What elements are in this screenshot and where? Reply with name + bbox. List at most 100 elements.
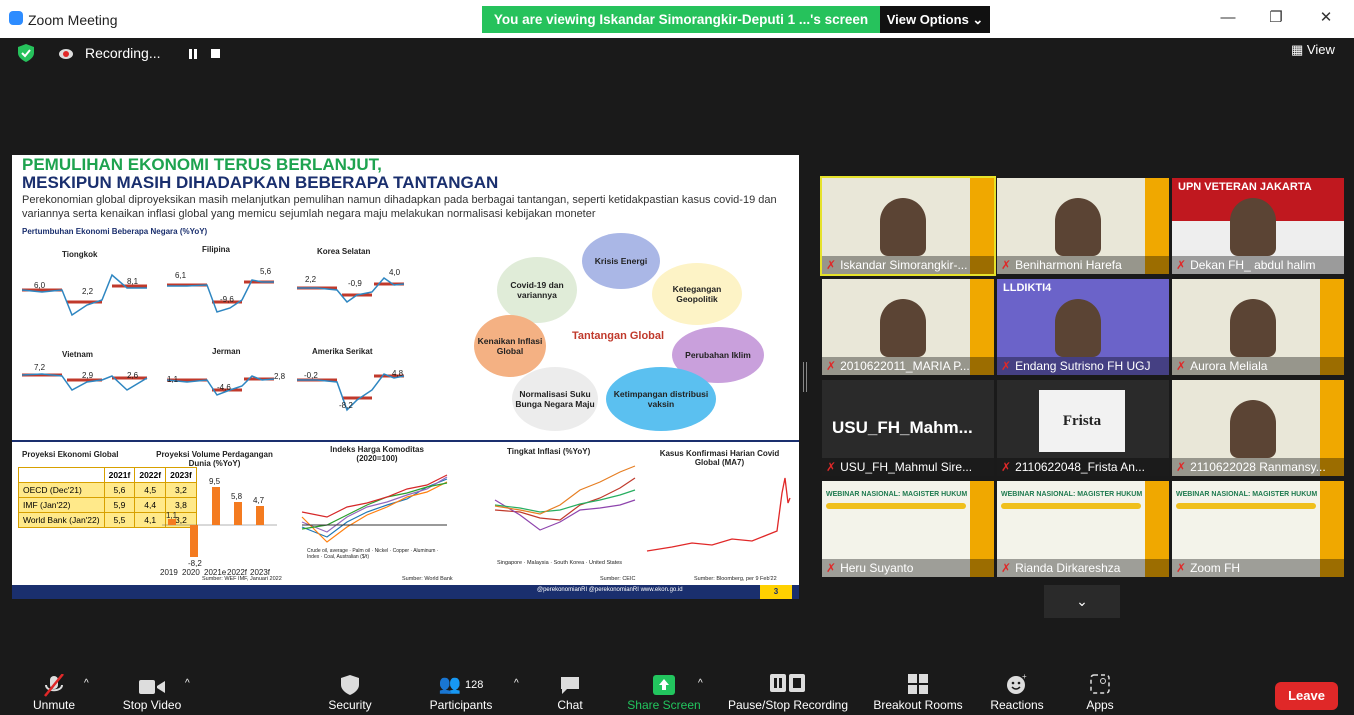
security-button[interactable]: Security <box>322 668 378 715</box>
pause-recording-icon[interactable] <box>188 49 198 59</box>
chevron-up-icon[interactable]: ^ <box>84 678 89 689</box>
trade-title: Proyeksi Volume Perdagangan Dunia (%YoY) <box>156 450 273 468</box>
unmute-button[interactable]: ^ Unmute <box>22 668 89 715</box>
value-label: 2,6 <box>127 371 139 380</box>
proyeksi-title: Proyeksi Ekonomi Global <box>22 450 119 459</box>
participant-tile[interactable]: WEBINAR NASIONAL: MAGISTER HUKUM ✗ Zoom FH <box>1172 481 1344 577</box>
inflation-title: Tingkat Inflasi (%YoY) <box>507 447 591 456</box>
chat-button[interactable]: Chat <box>548 668 592 715</box>
participant-name-text: 2010622011_MARIA P... <box>840 359 970 373</box>
chevron-up-icon[interactable]: ^ <box>185 678 190 689</box>
panel-splitter-handle[interactable] <box>803 362 807 392</box>
share-screen-button[interactable]: ^ Share Screen <box>620 668 708 715</box>
participant-tile[interactable]: ✗ 2110622028 Ranmansy... <box>1172 380 1344 476</box>
slide-paragraph: Perekonomian global diproyeksikan masih … <box>22 194 777 220</box>
participant-name: ✗ Heru Suyanto <box>822 559 994 577</box>
covid-line <box>646 477 791 552</box>
slide-divider <box>12 440 799 442</box>
participant-name-text: Aurora Meliala <box>1190 359 1268 373</box>
participant-name: ✗ Zoom FH <box>1172 559 1344 577</box>
apps-button[interactable]: Apps <box>1078 668 1122 715</box>
trade-source: Sumber: WEF IMF, Januari 2022 <box>202 576 282 582</box>
webinar-banner-text: WEBINAR NASIONAL: MAGISTER HUKUM <box>826 491 968 498</box>
participants-button[interactable]: 👥 128 ^ Participants <box>420 668 519 715</box>
pause-stop-recording-button[interactable]: Pause/Stop Recording <box>722 668 854 715</box>
trade-value: 1,1 <box>166 511 178 520</box>
participant-tile[interactable]: ✗ Iskandar Simorangkir-... <box>820 176 996 276</box>
chevron-up-icon[interactable]: ^ <box>698 678 703 689</box>
participant-tile[interactable]: ✗ Beniharmoni Harefa <box>997 178 1169 274</box>
participant-tile[interactable]: LLDIKTI4 ✗ Endang Sutrisno FH UGJ <box>997 279 1169 375</box>
leave-button[interactable]: Leave <box>1275 682 1338 710</box>
trade-bar <box>234 502 242 525</box>
participant-name-text: Endang Sutrisno FH UGJ <box>1015 359 1151 373</box>
participant-name-text: Zoom FH <box>1190 561 1241 575</box>
view-options-button[interactable]: View Options ⌄ <box>880 6 990 33</box>
view-layout-button[interactable]: ▦ View <box>1291 42 1335 58</box>
chevron-up-icon[interactable]: ^ <box>514 678 519 689</box>
stop-video-button[interactable]: ^ Stop Video <box>113 668 191 715</box>
breakout-rooms-button[interactable]: Breakout Rooms <box>866 668 970 715</box>
challenges-center-label: Tantangan Global <box>572 330 665 342</box>
breakout-rooms-icon <box>908 674 928 694</box>
title-bar: Zoom Meeting You are viewing Iskandar Si… <box>0 0 1354 38</box>
legend-item: Singapore <box>497 560 523 566</box>
participant-name: ✗ 2010622011_MARIA P... <box>822 357 994 375</box>
share-screen-icon <box>653 675 675 695</box>
muted-mic-icon: ✗ <box>1176 258 1187 272</box>
webinar-banner-text: WEBINAR NASIONAL: MAGISTER HUKUM <box>1001 491 1143 498</box>
trade-bar-chart <box>162 487 277 557</box>
value-label: 8,1 <box>127 277 139 286</box>
pause-stop-icon <box>770 674 805 692</box>
participant-name-text: 2110622048_Frista An... <box>1015 460 1145 474</box>
country-label: Tiongkok <box>62 250 98 259</box>
table-cell: 4,1 <box>134 512 167 528</box>
background-header-text: UPN VETERAN JAKARTA <box>1178 181 1312 193</box>
table-cell: 5,6 <box>103 482 136 498</box>
participant-silhouette <box>1055 198 1101 256</box>
participant-tile[interactable]: USU_FH_Mahm... ✗ USU_FH_Mahmul Sire... <box>822 380 994 476</box>
chevron-down-icon[interactable]: ⌄ <box>1044 585 1120 618</box>
background-header-text: LLDIKTI4 <box>1003 282 1052 294</box>
muted-mic-icon: ✗ <box>1001 359 1012 373</box>
participant-name-text: USU_FH_Mahmul Sire... <box>840 460 973 474</box>
webinar-banner-text: WEBINAR NASIONAL: MAGISTER HUKUM <box>1176 491 1318 498</box>
participant-silhouette <box>880 299 926 357</box>
share-screen-label: Share Screen <box>627 698 701 712</box>
restore-icon[interactable]: ❐ <box>1268 10 1284 26</box>
participant-name: ✗ Beniharmoni Harefa <box>997 256 1169 274</box>
value-label: 6,1 <box>175 271 187 280</box>
participant-tile[interactable]: UPN VETERAN JAKARTA ✗ Dekan FH_ abdul hali… <box>1172 178 1344 274</box>
participant-tile[interactable]: WEBINAR NASIONAL: MAGISTER HUKUM ✗ Rianda … <box>997 481 1169 577</box>
participant-silhouette <box>880 198 926 256</box>
commodity-title: Indeks Harga Komoditas (2020=100) <box>330 445 424 463</box>
participant-tile[interactable]: WEBINAR NASIONAL: MAGISTER HUKUM ✗ Heru Su… <box>822 481 994 577</box>
reactions-button[interactable]: + Reactions <box>984 668 1050 715</box>
view-label: View <box>1306 42 1335 57</box>
stop-recording-icon[interactable] <box>211 49 220 58</box>
value-label: 2,9 <box>82 371 94 380</box>
participant-tile[interactable]: ✗ Aurora Meliala <box>1172 279 1344 375</box>
security-shield-icon[interactable] <box>18 44 34 62</box>
muted-mic-icon: ✗ <box>1176 561 1187 575</box>
country-label: Amerika Serikat <box>312 347 373 356</box>
pause-recording-label: Pause/Stop Recording <box>727 698 849 712</box>
participant-silhouette <box>1230 299 1276 357</box>
challenge-bubble: Ketimpangan distribusi vaksin <box>606 367 716 431</box>
table-header <box>18 467 105 483</box>
commodity-legend: Crude oil, average · Palm oil · Nickel ·… <box>307 548 439 560</box>
challenge-bubble: Normalisasi Suku Bunga Negara Maju <box>512 367 598 431</box>
minimize-icon[interactable]: — <box>1220 10 1236 26</box>
participant-tile[interactable]: ✗ 2010622011_MARIA P... <box>822 279 994 375</box>
participant-tile[interactable]: Frista ✗ 2110622048_Frista An... <box>997 380 1169 476</box>
table-cell: 5,9 <box>103 497 136 513</box>
trade-value: -8,2 <box>188 559 202 568</box>
stop-video-label: Stop Video <box>122 698 182 712</box>
participant-name-text: Iskandar Simorangkir-... <box>840 258 968 272</box>
close-icon[interactable]: ✕ <box>1318 10 1334 26</box>
table-header: 2021f <box>103 467 136 483</box>
trade-bar <box>256 506 264 525</box>
participant-silhouette <box>1055 299 1101 357</box>
reactions-label: Reactions <box>990 698 1044 712</box>
value-label: 6,0 <box>34 281 46 290</box>
